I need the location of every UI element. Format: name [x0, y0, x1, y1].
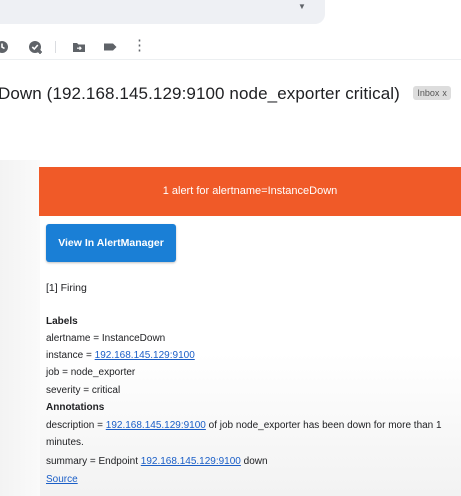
label-alertname: alertname = InstanceDown [46, 333, 166, 344]
description-instance-link[interactable]: 192.168.145.129:9100 [106, 420, 206, 431]
summary-instance-link[interactable]: 192.168.145.129:9100 [141, 456, 241, 467]
alert-header-banner: 1 alert for alertname=InstanceDown [39, 167, 461, 216]
add-to-tasks-icon[interactable] [28, 39, 44, 55]
top-strip: ▼ [0, 0, 461, 30]
firing-status: [1] Firing [46, 282, 87, 294]
summary-text: down [240, 456, 268, 467]
label-severity: severity = critical [46, 385, 121, 396]
description-text: of job node_exporter has been down for m… [205, 420, 442, 431]
inbox-label-text: Inbox [417, 88, 440, 98]
annotation-description-continued: minutes. [46, 437, 84, 448]
label-instance-key: instance = [46, 350, 95, 361]
annotation-summary: summary = Endpoint 192.168.145.129:9100 … [46, 456, 268, 467]
move-to-folder-icon[interactable] [71, 39, 87, 55]
search-bar[interactable]: ▼ [0, 0, 325, 24]
inbox-label-chip[interactable]: Inbox x [413, 86, 451, 100]
label-icon[interactable] [102, 39, 118, 55]
label-job: job = node_exporter [46, 367, 136, 378]
view-in-alertmanager-button[interactable]: View In AlertManager [46, 224, 176, 262]
snooze-icon[interactable] [0, 39, 10, 55]
search-options-icon[interactable]: ▼ [298, 2, 306, 11]
annotations-heading: Annotations [46, 402, 105, 413]
label-instance: instance = 192.168.145.129:9100 [46, 350, 195, 361]
labels-heading: Labels [46, 316, 78, 327]
description-key: description = [46, 420, 106, 431]
email-subject: Down (192.168.145.129:9100 node_exporter… [0, 84, 400, 103]
annotation-description: description = 192.168.145.129:9100 of jo… [46, 420, 442, 431]
subject-row: Down (192.168.145.129:9100 node_exporter… [0, 84, 451, 106]
instance-link[interactable]: 192.168.145.129:9100 [95, 350, 195, 361]
remove-label-icon[interactable]: x [442, 88, 447, 98]
body-left-margin [0, 160, 40, 496]
toolbar-divider [55, 41, 56, 53]
message-toolbar: ⋮ [0, 32, 461, 60]
summary-key: summary = Endpoint [46, 456, 141, 467]
more-options-icon[interactable]: ⋮ [132, 37, 148, 54]
email-view: ▼ ⋮ Down (192.168.145.129:9100 node_expo… [0, 0, 461, 496]
source-link[interactable]: Source [46, 474, 78, 485]
